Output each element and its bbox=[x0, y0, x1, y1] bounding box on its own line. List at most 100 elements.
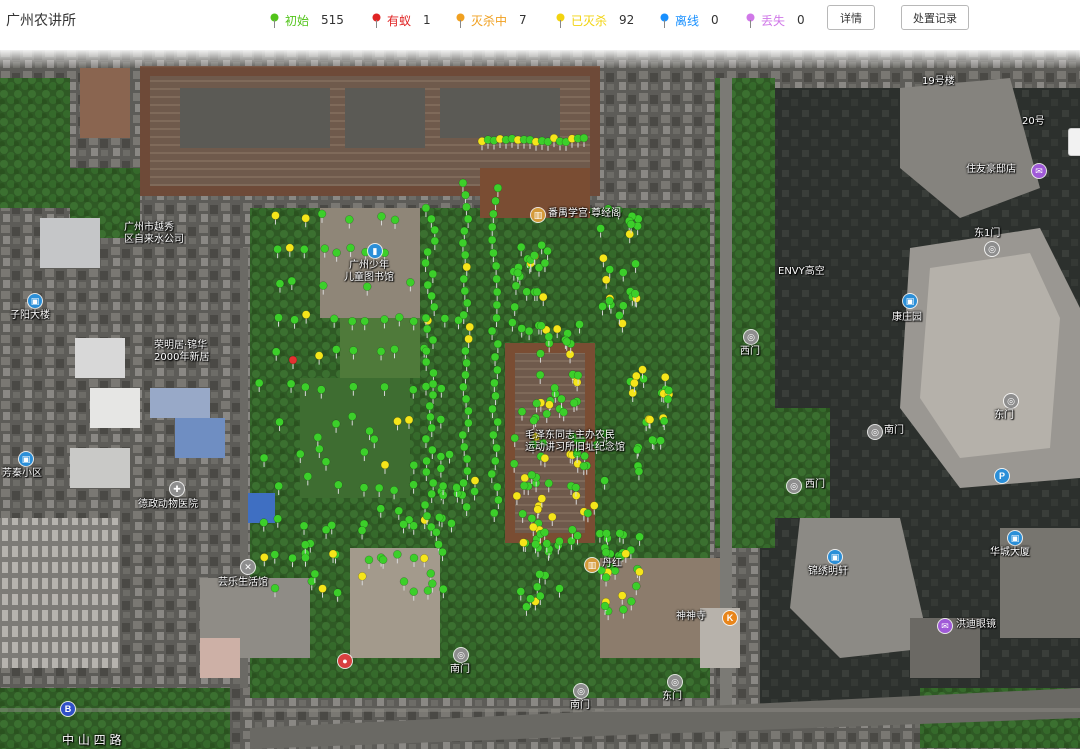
sensor-pin-green[interactable] bbox=[318, 281, 328, 295]
sensor-pin-green[interactable] bbox=[440, 314, 450, 328]
sensor-pin-green[interactable] bbox=[595, 529, 605, 543]
sensor-pin-yellow[interactable] bbox=[645, 415, 655, 429]
sensor-pin-green[interactable] bbox=[488, 404, 497, 418]
sensor-pin-green[interactable] bbox=[516, 242, 526, 257]
sensor-pin-green[interactable] bbox=[510, 302, 519, 316]
sensor-pin-green[interactable] bbox=[634, 467, 644, 481]
sensor-pin-green[interactable] bbox=[615, 529, 625, 543]
sensor-pin-yellow[interactable] bbox=[599, 253, 608, 268]
sensor-pin-green[interactable] bbox=[463, 214, 473, 228]
sensor-pin-yellow[interactable] bbox=[464, 334, 473, 348]
sensor-pin-green[interactable] bbox=[596, 224, 605, 238]
sensor-pin-green[interactable] bbox=[492, 482, 502, 496]
sensor-pin-yellow[interactable] bbox=[358, 572, 367, 586]
sensor-pin-green[interactable] bbox=[287, 276, 297, 291]
sensor-pin-yellow[interactable] bbox=[548, 512, 557, 526]
sensor-pin-green[interactable] bbox=[493, 417, 502, 431]
sensor-pin-green[interactable] bbox=[459, 274, 469, 288]
sensor-pin-green[interactable] bbox=[364, 555, 374, 569]
sensor-pin-green[interactable] bbox=[274, 313, 283, 327]
sensor-pin-green[interactable] bbox=[445, 450, 454, 464]
sensor-pin-green[interactable] bbox=[317, 209, 327, 223]
sensor-pin-green[interactable] bbox=[315, 444, 324, 458]
sensor-pin-green[interactable] bbox=[492, 313, 501, 327]
sensor-pin-green[interactable] bbox=[395, 313, 404, 327]
sensor-pin-green[interactable] bbox=[421, 203, 431, 217]
satellite-map[interactable]: ✉ ◎ ▣ ◎ ◎ ◎ ◎ P ▣ ▣ ✉ ▣ ▣ ✚ ✕ ▮ ▥ ▥ K ◎ … bbox=[0, 48, 1080, 749]
sensor-pin-green[interactable] bbox=[491, 261, 501, 275]
status-filter-killing[interactable]: 灭杀中 7 bbox=[456, 10, 527, 30]
sensor-pin-yellow[interactable] bbox=[512, 491, 522, 505]
sensor-pin-green[interactable] bbox=[516, 587, 526, 601]
sensor-pin-green[interactable] bbox=[360, 316, 369, 331]
sensor-pin-green[interactable] bbox=[463, 466, 472, 480]
sensor-pin-green[interactable] bbox=[390, 215, 400, 229]
sensor-pin-green[interactable] bbox=[459, 382, 468, 396]
sensor-pin-green[interactable] bbox=[462, 454, 472, 468]
sensor-pin-green[interactable] bbox=[270, 583, 280, 598]
sensor-pin-green[interactable] bbox=[427, 423, 437, 437]
sensor-pin-green[interactable] bbox=[422, 324, 432, 338]
sensor-pin-green[interactable] bbox=[509, 459, 519, 473]
sensor-pin-yellow[interactable] bbox=[540, 453, 550, 468]
sensor-pin-green[interactable] bbox=[487, 469, 497, 483]
sensor-pin-green[interactable] bbox=[357, 526, 367, 540]
sensor-pin-green[interactable] bbox=[567, 536, 576, 550]
sensor-pin-green[interactable] bbox=[532, 399, 541, 413]
sensor-pin-green[interactable] bbox=[619, 605, 628, 619]
sensor-pin-green[interactable] bbox=[487, 326, 497, 340]
sensor-pin-green[interactable] bbox=[544, 479, 553, 493]
sensor-pin-green[interactable] bbox=[491, 196, 500, 210]
sensor-pin-green[interactable] bbox=[377, 212, 386, 226]
sensor-pin-green[interactable] bbox=[317, 385, 326, 399]
sensor-pin-yellow[interactable] bbox=[462, 262, 471, 276]
sensor-pin-green[interactable] bbox=[601, 573, 611, 587]
sensor-pin-green[interactable] bbox=[376, 504, 385, 518]
sensor-pin-yellow[interactable] bbox=[260, 553, 269, 567]
sensor-pin-green[interactable] bbox=[406, 278, 415, 292]
sensor-pin-green[interactable] bbox=[460, 250, 470, 264]
sensor-pin-green[interactable] bbox=[436, 452, 446, 466]
sensor-pin-green[interactable] bbox=[332, 248, 341, 262]
sensor-pin-green[interactable] bbox=[492, 300, 502, 314]
sensor-pin-green[interactable] bbox=[522, 602, 531, 616]
sensor-pin-green[interactable] bbox=[508, 318, 517, 332]
sensor-pin-green[interactable] bbox=[421, 434, 431, 448]
sensor-pin-green[interactable] bbox=[490, 378, 499, 392]
sensor-pin-green[interactable] bbox=[487, 222, 497, 236]
sensor-pin-green[interactable] bbox=[619, 268, 628, 282]
sensor-pin-green[interactable] bbox=[394, 506, 404, 520]
sensor-pin-yellow[interactable] bbox=[420, 554, 429, 568]
sensor-pin-green[interactable] bbox=[409, 460, 419, 475]
sensor-pin-green[interactable] bbox=[399, 520, 408, 534]
sensor-pin-yellow[interactable] bbox=[301, 214, 310, 228]
sensor-pin-green[interactable] bbox=[349, 382, 358, 396]
sensor-pin-green[interactable] bbox=[632, 445, 642, 459]
sensor-pin-green[interactable] bbox=[648, 435, 657, 449]
sensor-pin-green[interactable] bbox=[459, 442, 469, 456]
sensor-pin-green[interactable] bbox=[409, 553, 419, 567]
sensor-pin-green[interactable] bbox=[409, 521, 418, 535]
sensor-pin-yellow[interactable] bbox=[380, 460, 390, 474]
sensor-pin-yellow[interactable] bbox=[301, 310, 311, 324]
sensor-pin-green[interactable] bbox=[347, 412, 357, 426]
sensor-pin-green[interactable] bbox=[459, 478, 468, 492]
sensor-pin-green[interactable] bbox=[429, 302, 439, 316]
sensor-pin-green[interactable] bbox=[427, 489, 436, 503]
sensor-pin-green[interactable] bbox=[329, 314, 339, 328]
sensor-pin-green[interactable] bbox=[331, 419, 341, 433]
sensor-pin-green[interactable] bbox=[517, 324, 526, 338]
sensor-pin-green[interactable] bbox=[489, 508, 499, 522]
sensor-pin-green[interactable] bbox=[301, 553, 310, 567]
sensor-pin-green[interactable] bbox=[458, 430, 468, 444]
sensor-pin-green[interactable] bbox=[303, 472, 313, 486]
sensor-pin-yellow[interactable] bbox=[393, 417, 402, 431]
sensor-pin-yellow[interactable] bbox=[404, 415, 414, 429]
sensor-pin-green[interactable] bbox=[320, 244, 329, 258]
sensor-pin-green[interactable] bbox=[436, 464, 446, 478]
sensor-pin-green[interactable] bbox=[519, 481, 529, 495]
sensor-pin-green[interactable] bbox=[346, 243, 355, 257]
sensor-pin-green[interactable] bbox=[492, 287, 502, 301]
sensor-pin-yellow[interactable] bbox=[628, 388, 637, 402]
sensor-pin-red[interactable] bbox=[288, 355, 298, 369]
